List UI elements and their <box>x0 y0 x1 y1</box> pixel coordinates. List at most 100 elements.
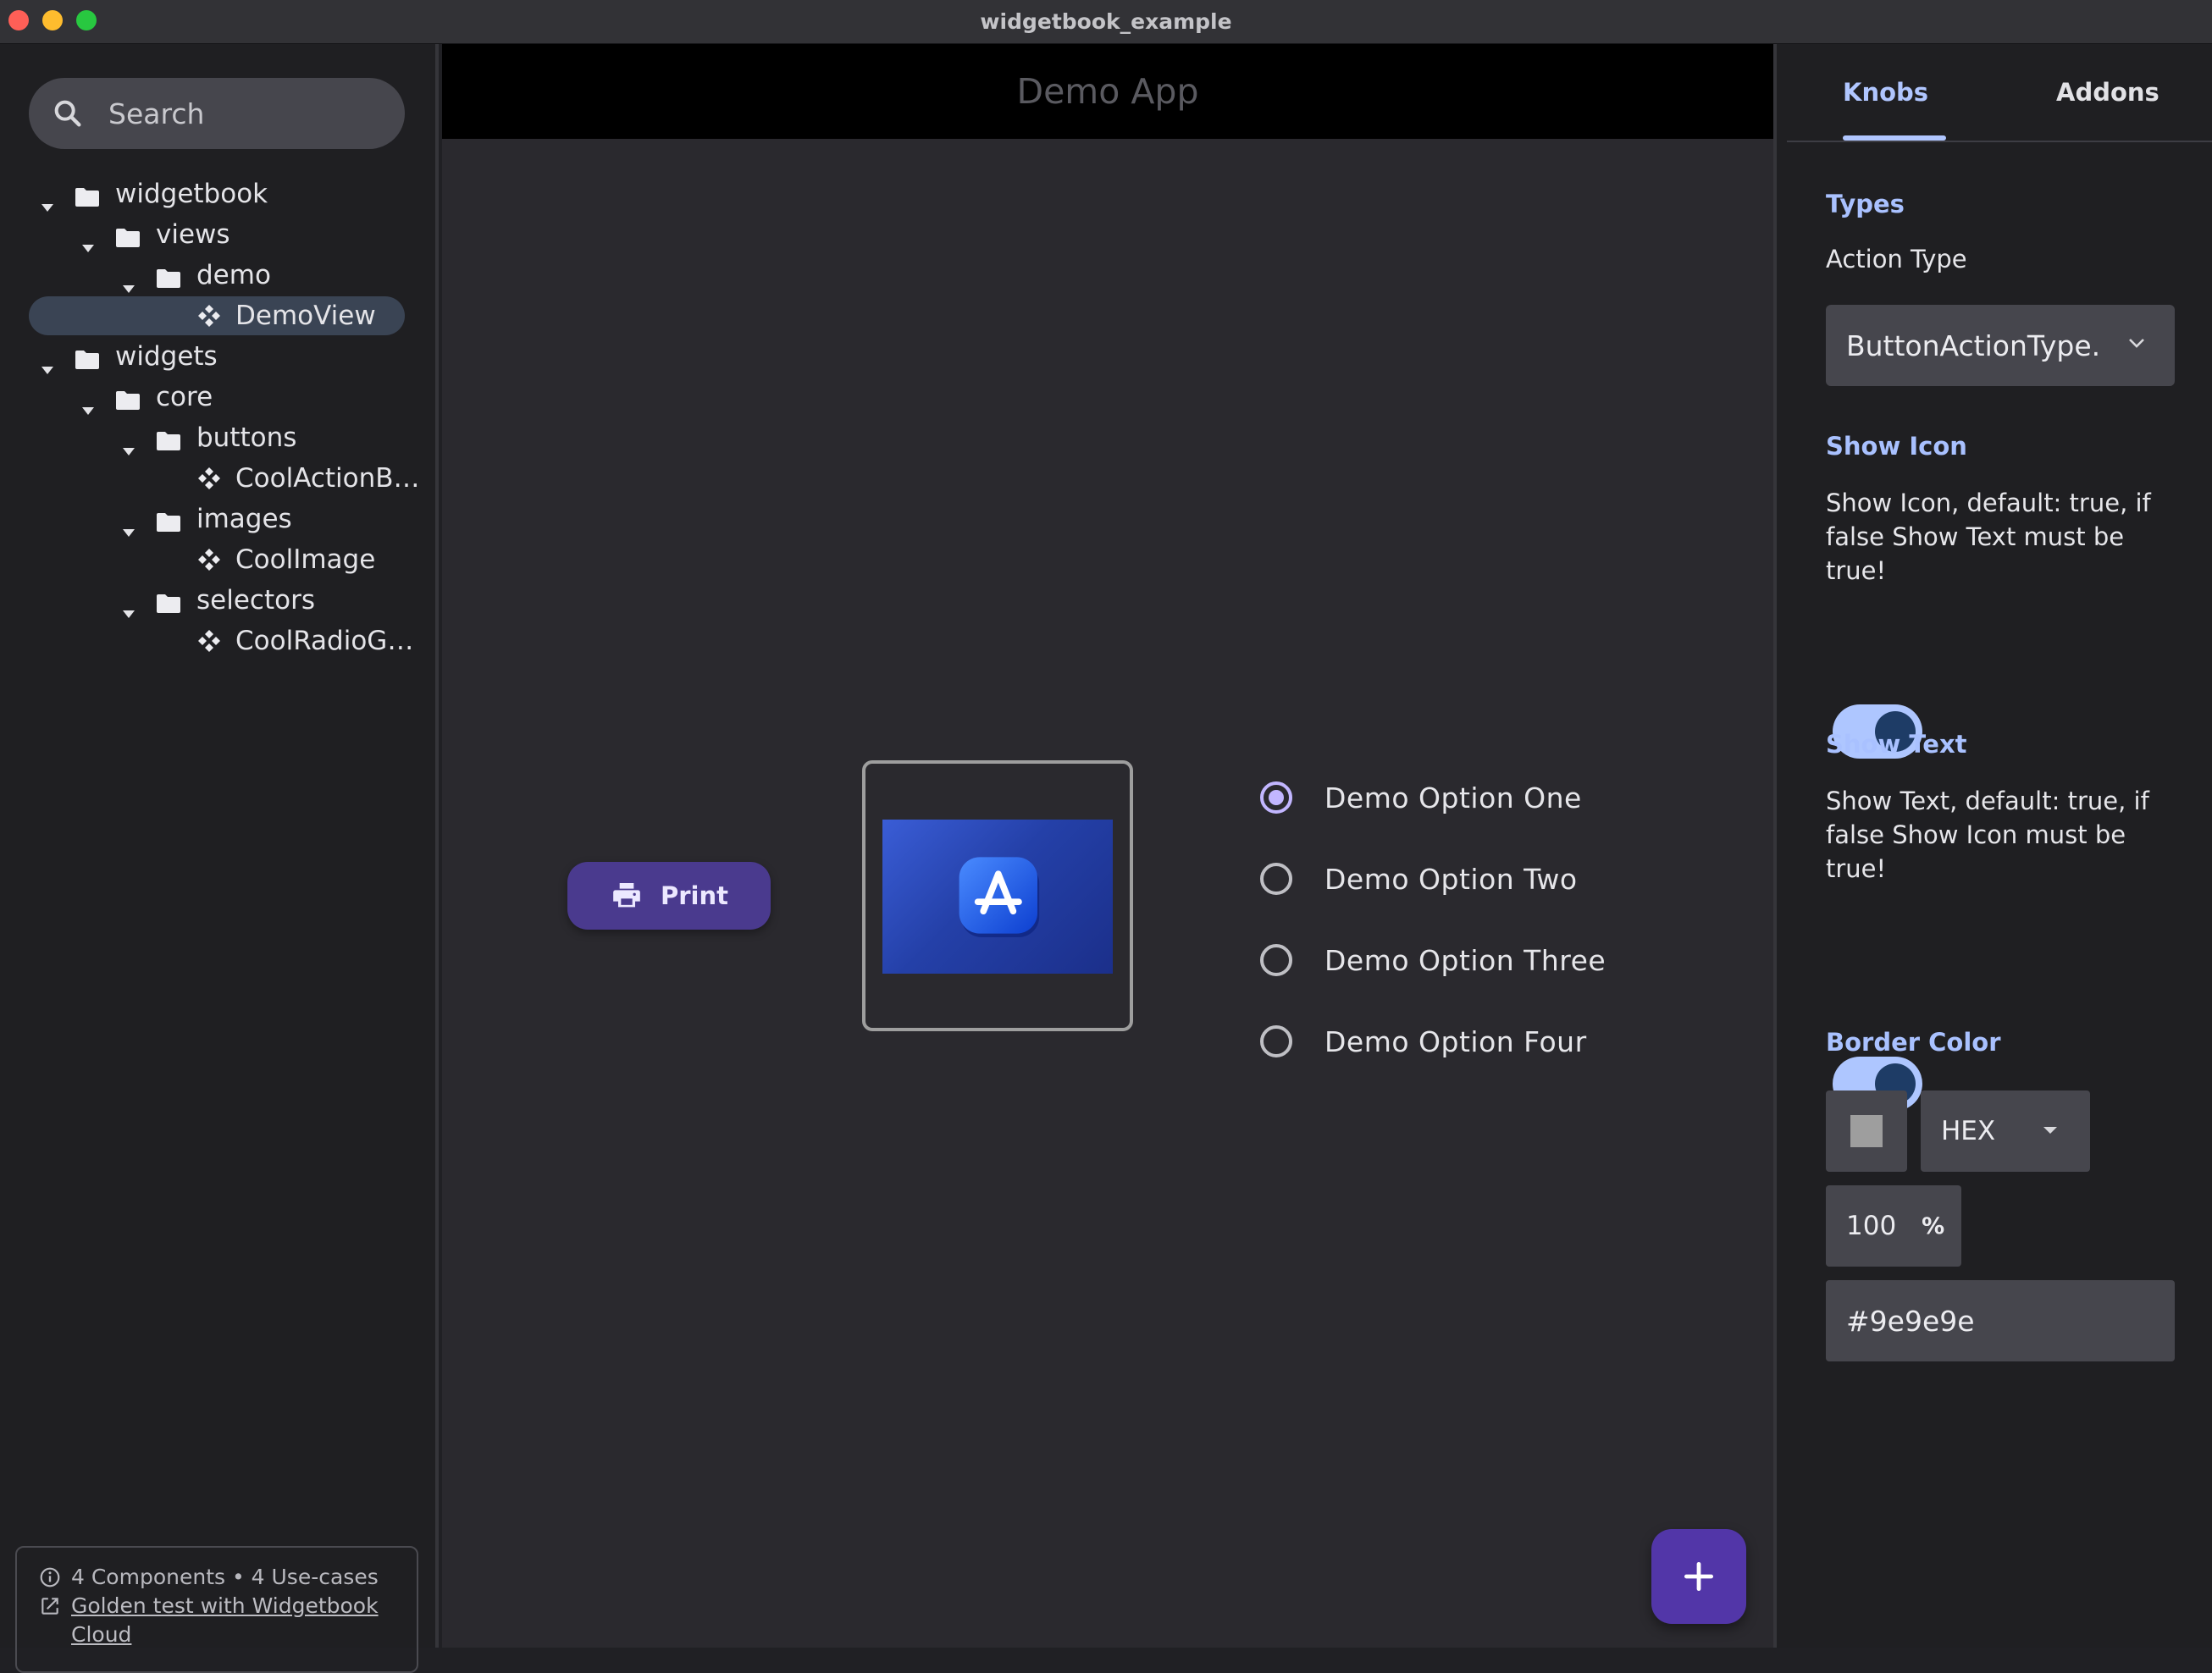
tree-folder-item[interactable]: widgets <box>0 336 439 377</box>
navigation-footer: 4 Components • 4 Use-cases Golden test w… <box>15 1546 418 1673</box>
tree-folder-item[interactable]: widgetbook <box>0 174 439 214</box>
component-icon <box>196 628 222 654</box>
radio-option[interactable]: Demo Option One <box>1260 757 1606 838</box>
caret-down-icon[interactable] <box>41 189 54 212</box>
radio-option-label: Demo Option Four <box>1324 1024 1587 1058</box>
tree-folder-item[interactable]: demo <box>0 255 439 295</box>
open-external-icon <box>41 1598 58 1615</box>
tree-folder-item[interactable]: buttons <box>0 417 439 458</box>
search-placeholder: Search <box>108 97 205 130</box>
caret-down-icon[interactable] <box>122 270 135 293</box>
maximize-window-button[interactable] <box>76 10 97 30</box>
tree-folder-item[interactable]: selectors <box>0 580 439 621</box>
golden-test-link[interactable]: Golden test with Widgetbook Cloud <box>39 1592 417 1649</box>
border-color-knob-title: Border Color <box>1826 1028 2001 1057</box>
tree-component-item[interactable]: CoolRadioG… <box>0 621 439 661</box>
tree-item-label: buttons <box>196 422 297 453</box>
hex-color-input[interactable]: #9e9e9e <box>1826 1280 2175 1361</box>
caret-down-icon[interactable] <box>122 514 135 537</box>
golden-test-link-line2[interactable]: Cloud <box>71 1621 379 1649</box>
component-icon <box>196 547 222 572</box>
color-format-select[interactable]: HEX <box>1921 1090 2090 1172</box>
print-button-label: Print <box>660 881 728 910</box>
radio-unselected-icon[interactable] <box>1260 944 1292 976</box>
tree-component-item[interactable]: DemoView <box>0 295 439 336</box>
action-type-value: ButtonActionType.print <box>1846 329 2100 362</box>
preview-canvas: Demo App Print Demo Option One Demo Optio… <box>442 44 1773 1648</box>
tree-component-item[interactable]: CoolActionB… <box>0 458 439 499</box>
add-icon <box>1684 1561 1714 1592</box>
radio-unselected-icon[interactable] <box>1260 863 1292 895</box>
tree-folder-item[interactable]: images <box>0 499 439 539</box>
show-text-description: Show Text, default: true, if false Show … <box>1826 787 2149 883</box>
radio-option[interactable]: Demo Option Three <box>1260 919 1606 1001</box>
color-preview <box>1850 1115 1883 1147</box>
radio-selected-icon[interactable] <box>1260 781 1292 814</box>
folder-icon <box>156 265 181 288</box>
tree-folder-item[interactable]: views <box>0 214 439 255</box>
knobs-panel: Knobs Addons Types Action Type ButtonAct… <box>1773 44 2212 1648</box>
radio-option[interactable]: Demo Option Two <box>1260 838 1606 919</box>
opacity-unit: % <box>1922 1212 1945 1240</box>
radio-option-label: Demo Option Two <box>1324 862 1578 896</box>
window-titlebar: widgetbook_example <box>0 0 2212 44</box>
cool-radio-group: Demo Option One Demo Option Two Demo Optio… <box>1260 757 1606 1082</box>
tree-item-label: CoolImage <box>235 544 376 575</box>
radio-unselected-icon[interactable] <box>1260 1025 1292 1057</box>
add-fab-button[interactable] <box>1651 1529 1746 1624</box>
component-icon <box>196 303 222 329</box>
caret-down-icon[interactable] <box>41 351 54 374</box>
tree-item-label: CoolRadioG… <box>235 626 414 656</box>
caret-down-icon[interactable] <box>122 595 135 618</box>
demo-app-bar: Demo App <box>442 44 1773 139</box>
radio-option[interactable]: Demo Option Four <box>1260 1001 1606 1082</box>
folder-icon <box>115 387 141 410</box>
caret-down-icon[interactable] <box>81 229 95 252</box>
caret-down-icon[interactable] <box>81 392 95 415</box>
folder-icon <box>156 509 181 532</box>
minimize-window-button[interactable] <box>42 10 63 30</box>
cool-image-card <box>862 760 1133 1031</box>
tree-component-item[interactable]: CoolImage <box>0 539 439 580</box>
folder-icon <box>156 428 181 450</box>
folder-icon <box>75 184 100 207</box>
action-type-dropdown[interactable]: ButtonActionType.print <box>1826 305 2175 386</box>
show-icon-description: Show Icon, default: true, if false Show … <box>1826 489 2151 585</box>
chevron-down-icon <box>2129 339 2144 348</box>
tree-item-label: images <box>196 504 292 534</box>
navigation-tree: widgetbook views demo DemoView widgets core bu… <box>0 174 439 661</box>
search-icon <box>54 100 81 127</box>
color-format-value: HEX <box>1941 1116 1996 1146</box>
color-swatch[interactable] <box>1826 1090 1907 1172</box>
tree-item-label: selectors <box>196 585 315 616</box>
active-tab-indicator <box>1843 135 1946 141</box>
tree-folder-item[interactable]: core <box>0 377 439 417</box>
tree-item-label: views <box>156 219 230 250</box>
show-text-knob-title: Show Text <box>1826 730 1967 759</box>
tab-addons[interactable]: Addons <box>2056 78 2159 107</box>
app-store-icon <box>959 857 1040 937</box>
dropdown-arrow-icon <box>2043 1127 2057 1134</box>
tree-item-label: widgetbook <box>115 179 268 209</box>
tab-knobs[interactable]: Knobs <box>1843 78 1928 107</box>
show-icon-knob-title: Show Icon <box>1826 432 1967 461</box>
info-icon <box>40 1567 60 1587</box>
tree-item-label: widgets <box>115 341 218 372</box>
radio-dot <box>1269 790 1284 805</box>
cool-image <box>882 820 1113 974</box>
tree-item-label: CoolActionB… <box>235 463 420 494</box>
golden-test-link-line1[interactable]: Golden test with Widgetbook <box>71 1592 379 1621</box>
component-icon <box>196 466 222 491</box>
tree-item-label: DemoView <box>235 301 376 331</box>
action-type-label: Action Type <box>1826 245 1967 273</box>
border-color-row: HEX <box>1826 1090 2182 1172</box>
close-window-button[interactable] <box>8 10 29 30</box>
print-icon <box>613 883 640 908</box>
caret-down-icon[interactable] <box>122 433 135 456</box>
tree-item-label: demo <box>196 260 271 290</box>
folder-icon <box>75 346 100 369</box>
print-button[interactable]: Print <box>567 862 771 930</box>
opacity-field[interactable]: 100 % <box>1826 1185 1961 1267</box>
window-title: widgetbook_example <box>980 9 1232 34</box>
search-field[interactable]: Search <box>29 78 405 149</box>
